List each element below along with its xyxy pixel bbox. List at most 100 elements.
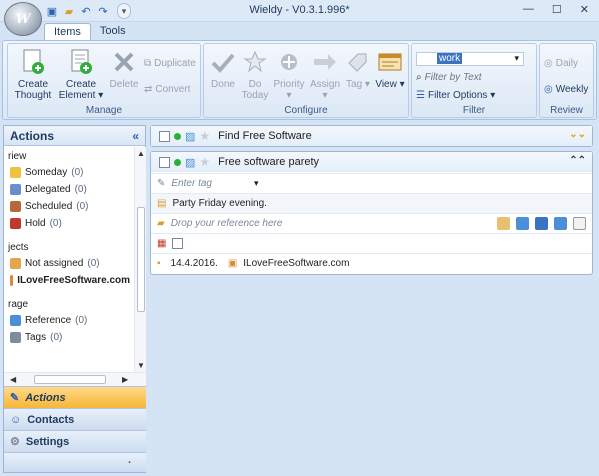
daily-review-button[interactable]: ◎ Daily: [544, 58, 578, 69]
tag-icon: ✎: [157, 178, 166, 189]
ribbon: Create Thought Create Element ▾ Delete ⧉…: [2, 40, 597, 120]
task-project-link[interactable]: ILoveFreeSoftware.com: [243, 258, 349, 269]
section-header: rage: [8, 299, 29, 310]
nav-contacts-button[interactable]: ☺ Contacts: [4, 408, 146, 430]
configure-group-label: Configure: [284, 105, 328, 116]
bullet-icon: ▪: [157, 258, 161, 269]
actions-icon: ✎: [10, 392, 20, 404]
assign-button[interactable]: Assign ▾: [308, 48, 342, 101]
horizontal-scrollbar[interactable]: ◀ ▶: [4, 372, 146, 386]
expand-chevron-icon[interactable]: ⌄⌄: [569, 129, 586, 140]
list-item-hold[interactable]: Hold (0): [4, 215, 134, 232]
application-menu-button[interactable]: W: [4, 2, 42, 36]
window-title: Wieldy - V0.3.1.996*: [249, 4, 350, 16]
weekly-review-button[interactable]: ◎ Weekly: [544, 84, 588, 95]
daily-glasses-icon: ◎: [544, 58, 553, 69]
nav-settings-button[interactable]: ⚙ Settings: [4, 430, 146, 452]
create-thought-button[interactable]: Create Thought: [14, 48, 52, 101]
task-title[interactable]: Free software parety: [218, 156, 319, 168]
tag-row: ✎ Enter tag ▾: [151, 173, 592, 193]
section-header: jects: [8, 242, 29, 253]
download-icon[interactable]: [516, 217, 529, 230]
reference-actions: [497, 217, 586, 230]
delete-x-icon: [110, 48, 138, 76]
task-title[interactable]: Find Free Software: [218, 130, 312, 142]
horizontal-scroll-thumb[interactable]: [34, 375, 106, 384]
star-icon: [241, 48, 269, 76]
create-element-button[interactable]: Create Element ▾: [58, 48, 104, 101]
maximize-button[interactable]: ☐: [552, 3, 562, 16]
calendar-icon: [10, 201, 21, 212]
list-item-project[interactable]: ILoveFreeSoftware.com: [4, 272, 134, 289]
tab-items[interactable]: Items: [44, 23, 91, 41]
view-button[interactable]: View ▾: [374, 48, 406, 90]
collapse-chevron-icon[interactable]: ⌃⌃: [569, 155, 586, 166]
done-button[interactable]: Done: [208, 48, 238, 90]
scroll-up-icon[interactable]: ▲: [137, 149, 145, 158]
scroll-left-icon[interactable]: ◀: [10, 375, 16, 384]
tag-input[interactable]: Enter tag: [171, 178, 212, 189]
tag-filter-dropdown[interactable]: work ▾: [416, 52, 524, 66]
task-item-expanded: ▨ ★ Free software parety ⌃⌃ ✎ Enter tag …: [150, 151, 593, 275]
created-date: 14.4.2016.: [170, 258, 218, 269]
tag-button[interactable]: Tag ▾: [344, 48, 372, 90]
task-header: ▨ ★ Free software parety ⌃⌃: [151, 152, 592, 172]
task-checkbox[interactable]: [159, 156, 170, 168]
list-item-reference[interactable]: Reference (0): [4, 312, 134, 329]
filter-by-text-field[interactable]: ⌕ Filter by Text: [416, 72, 481, 83]
gear-icon: ⚙: [10, 436, 20, 448]
manage-group-label: Manage: [85, 105, 123, 116]
status-dot-icon: [174, 132, 181, 140]
duplicate-button[interactable]: ⧉ Duplicate: [144, 58, 196, 69]
do-today-button[interactable]: Do Today: [238, 48, 272, 101]
upload-icon[interactable]: [554, 217, 567, 230]
nav-overflow-button[interactable]: ·: [4, 452, 146, 472]
close-button[interactable]: ✕: [580, 3, 589, 16]
priority-button[interactable]: Priority ▾: [272, 48, 306, 101]
list-item-delegated[interactable]: Delegated (0): [4, 181, 134, 198]
convert-icon: ⇄: [144, 84, 153, 95]
note-row: ▤ Party Friday evening.: [151, 193, 592, 213]
scroll-down-icon[interactable]: ▼: [137, 361, 145, 370]
list-item-tags[interactable]: Tags (0): [4, 329, 134, 346]
attach-file-icon[interactable]: [497, 217, 510, 230]
chevron-down-icon[interactable]: ▾: [254, 178, 259, 189]
filter-options-button[interactable]: ☰ Filter Options ▾: [416, 90, 495, 101]
list-item-someday[interactable]: Someday (0): [4, 164, 134, 181]
scroll-right-icon[interactable]: ▶: [122, 375, 128, 384]
reference-drop-zone[interactable]: Drop your reference here: [171, 218, 283, 229]
task-item[interactable]: ▨ ★ Find Free Software ⌄⌄: [150, 125, 593, 147]
title-bar: ▣ ▰ ↶ ↷ ▾ Wieldy - V0.3.1.996* — ☐ ✕: [0, 0, 599, 22]
vertical-scroll-thumb[interactable]: [137, 207, 145, 312]
section-header: riew: [8, 151, 27, 162]
collapse-panel-icon[interactable]: «: [132, 129, 139, 143]
calendar-icon[interactable]: ▦: [157, 238, 166, 249]
document-icon[interactable]: [573, 217, 586, 230]
task-header: ▨ ★ Find Free Software ⌄⌄: [151, 126, 592, 146]
note-text[interactable]: Party Friday evening.: [172, 198, 267, 209]
reference-arrow-icon: [10, 315, 21, 326]
tab-tools[interactable]: Tools: [91, 23, 135, 41]
minimize-button[interactable]: —: [523, 3, 534, 16]
assign-arrow-icon: [311, 48, 339, 76]
configure-group: Done Do Today Priority ▾ Assign ▾ Tag ▾: [203, 43, 409, 118]
schedule-checkbox[interactable]: [172, 238, 184, 249]
convert-button[interactable]: ⇄ Convert: [144, 84, 190, 95]
list-item-scheduled[interactable]: Scheduled (0): [4, 198, 134, 215]
nav-actions-button[interactable]: ✎ Actions: [4, 386, 146, 408]
priority-icon: [275, 48, 303, 76]
task-checkbox[interactable]: [159, 130, 170, 142]
sync-icon[interactable]: [535, 217, 548, 230]
contacts-icon: ☺: [10, 413, 22, 426]
delete-button[interactable]: Delete: [108, 48, 140, 90]
tag-icon: [344, 48, 372, 76]
actions-panel-header: Actions «: [4, 126, 145, 146]
star-icon[interactable]: ★: [199, 155, 210, 169]
list-item-not-assigned[interactable]: Not assigned (0): [4, 255, 134, 272]
project-box-icon: ▣: [227, 258, 238, 269]
star-icon[interactable]: ★: [199, 129, 210, 143]
filter-options-icon: ☰: [416, 90, 425, 101]
vertical-scrollbar[interactable]: ▲ ▼: [134, 147, 146, 372]
new-element-icon: [67, 48, 95, 76]
reference-row: ▰ Drop your reference here: [151, 213, 592, 233]
